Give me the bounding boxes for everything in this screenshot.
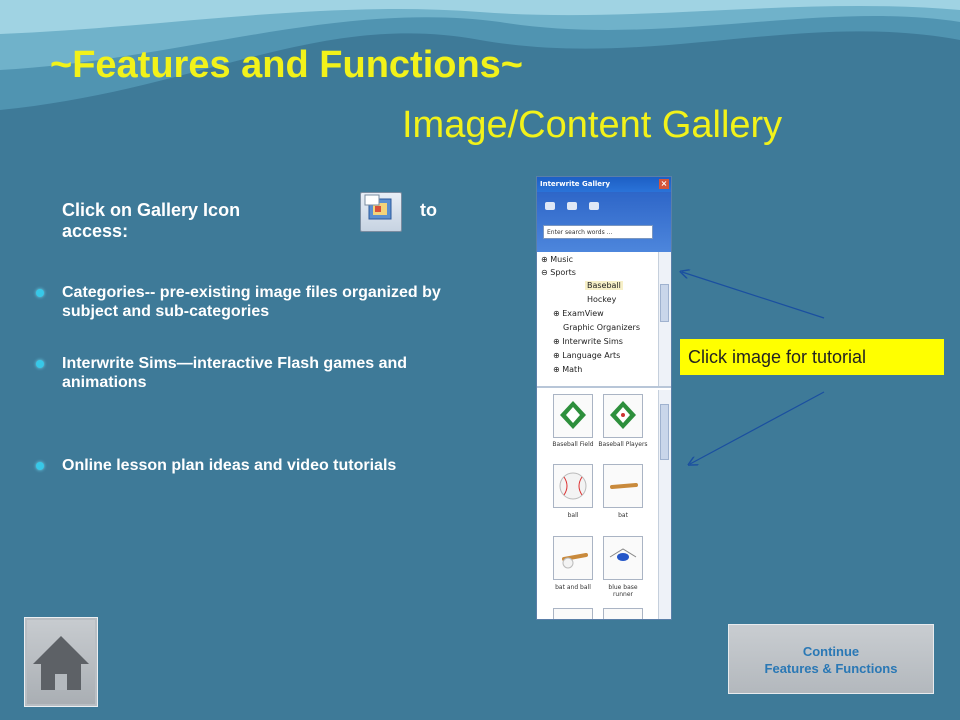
- home-icon: [33, 636, 89, 690]
- bullet-text: Categories-- pre-existing image files or…: [62, 284, 441, 320]
- bullet-text: Online lesson plan ideas and video tutor…: [62, 457, 397, 474]
- tools-icon[interactable]: [567, 202, 577, 210]
- thumbnail-scroll-thumb[interactable]: [660, 404, 669, 460]
- slide-title: ~Features and Functions~: [50, 44, 523, 86]
- gallery-thumbnails: Baseball Field Baseball Players ball bat…: [537, 390, 659, 619]
- bullet-dot: [36, 360, 44, 368]
- dropdown-icon[interactable]: [545, 202, 555, 210]
- thumbnail-partial[interactable]: [553, 608, 593, 619]
- thumbnail-label: Baseball Players: [598, 441, 648, 448]
- tree-item-examview[interactable]: ⊕ ExamView: [553, 309, 604, 318]
- thumbnail-bat[interactable]: [603, 464, 643, 508]
- intro-text: Click on Gallery Icon access:: [62, 200, 462, 242]
- tree-item-math[interactable]: ⊕ Math: [553, 365, 582, 374]
- tree-item-music[interactable]: ⊕ Music: [541, 255, 573, 264]
- thumbnail-baseball-field[interactable]: [553, 394, 593, 438]
- gallery-category-tree: ⊕ Music ⊖ Sports Baseball Hockey ⊕ ExamV…: [537, 252, 659, 386]
- thumbnail-label: Baseball Field: [552, 441, 594, 448]
- close-icon[interactable]: ×: [659, 179, 669, 189]
- panel-divider[interactable]: [537, 386, 671, 388]
- arrow-to-tree: [682, 272, 825, 319]
- gallery-picture-icon: [364, 194, 392, 220]
- tree-item-hockey[interactable]: Hockey: [587, 295, 616, 304]
- home-button[interactable]: [24, 617, 98, 707]
- bullet-dot: [36, 289, 44, 297]
- tree-item-language-arts[interactable]: ⊕ Language Arts: [553, 351, 620, 360]
- thumbnail-bat-and-ball[interactable]: [553, 536, 593, 580]
- gallery-search-input[interactable]: Enter search words ...: [543, 225, 653, 239]
- tree-item-baseball[interactable]: Baseball: [585, 281, 623, 290]
- gallery-panel-image[interactable]: Interwrite Gallery × Enter search words …: [536, 176, 672, 620]
- tree-item-sports[interactable]: ⊖ Sports: [541, 268, 576, 277]
- gallery-panel-toolbar: Enter search words ...: [537, 192, 671, 252]
- gallery-icon[interactable]: [360, 192, 402, 232]
- intro-access: access:: [62, 221, 129, 241]
- bullet-interwrite-sims: Interwrite Sims—interactive Flash games …: [36, 354, 476, 392]
- thumbnail-label: bat: [618, 512, 628, 519]
- bullet-dot: [36, 462, 44, 470]
- gallery-panel-titlebar: Interwrite Gallery ×: [537, 177, 671, 192]
- intro-to: to: [420, 200, 437, 220]
- thumbnail-partial[interactable]: [603, 608, 643, 619]
- tutorial-callout: Click image for tutorial: [680, 339, 944, 375]
- thumbnail-label: bat and ball: [555, 584, 591, 591]
- thumbnail-label: blue base runner: [608, 584, 638, 598]
- bullet-lesson-plans: Online lesson plan ideas and video tutor…: [36, 456, 476, 475]
- thumbnail-scrollbar[interactable]: [658, 390, 671, 619]
- bullet-text: Interwrite Sims—interactive Flash games …: [62, 355, 408, 391]
- tree-item-interwrite-sims[interactable]: ⊕ Interwrite Sims: [553, 337, 623, 346]
- tree-item-graphic-organizers[interactable]: Graphic Organizers: [563, 323, 640, 332]
- continue-button[interactable]: Continue Features & Functions: [728, 624, 934, 694]
- folder-icon[interactable]: [589, 202, 599, 210]
- intro-line: Click on Gallery Icon: [62, 200, 241, 220]
- continue-sublabel: Features & Functions: [764, 661, 898, 676]
- continue-label: Continue: [802, 644, 860, 659]
- bullet-categories: Categories-- pre-existing image files or…: [36, 283, 476, 321]
- thumbnail-ball[interactable]: [553, 464, 593, 508]
- bullet-list: Categories-- pre-existing image files or…: [36, 283, 476, 475]
- tree-scroll-thumb[interactable]: [660, 284, 669, 322]
- thumbnail-baseball-players[interactable]: [603, 394, 643, 438]
- slide-subtitle: Image/Content Gallery: [402, 104, 783, 146]
- thumbnail-label: ball: [567, 512, 579, 519]
- thumbnail-blue-base-runner[interactable]: [603, 536, 643, 580]
- tree-scrollbar[interactable]: [658, 252, 671, 386]
- arrow-to-thumbnails: [690, 391, 825, 464]
- gallery-panel-title: Interwrite Gallery: [540, 180, 611, 188]
